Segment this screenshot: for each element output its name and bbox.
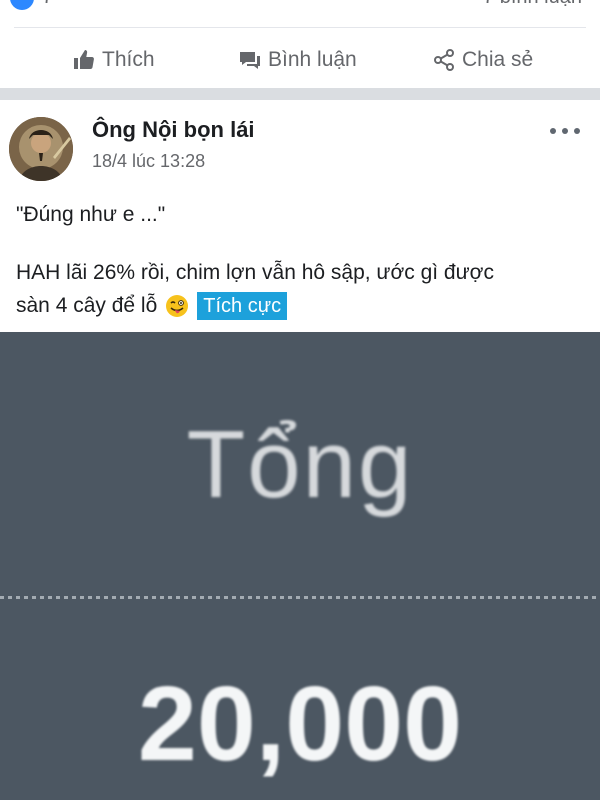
reaction-count[interactable]: 7 bbox=[42, 0, 53, 9]
post-text-line-2: sàn 4 cây để lỗ bbox=[16, 294, 158, 317]
image-label-text: Tổng bbox=[186, 411, 414, 518]
image-value-text: 20,000 bbox=[137, 665, 463, 783]
share-label: Chia sẻ bbox=[462, 48, 534, 71]
more-dots-icon bbox=[550, 128, 556, 134]
previous-post-counts: 7 7 bình luận bbox=[0, 0, 600, 12]
avatar-image bbox=[9, 117, 73, 181]
share-button[interactable]: Chia sẻ bbox=[432, 38, 533, 82]
winking-tongue-emoji-icon bbox=[165, 294, 189, 318]
image-dotted-divider bbox=[0, 596, 600, 599]
post-quote: "Đúng như e ..." bbox=[16, 203, 166, 226]
avatar[interactable] bbox=[9, 117, 73, 181]
post-text-line-2-row: sàn 4 cây để lỗ Tích cực bbox=[16, 291, 288, 321]
more-options-button[interactable] bbox=[550, 122, 580, 140]
author-name[interactable]: Ông Nội bọn lái bbox=[92, 117, 255, 143]
comment-label: Bình luận bbox=[268, 48, 357, 71]
sentiment-tag[interactable]: Tích cực bbox=[197, 292, 288, 320]
like-reaction-icon bbox=[10, 0, 34, 10]
comment-button[interactable]: Bình luận bbox=[238, 38, 357, 82]
like-label: Thích bbox=[102, 48, 155, 71]
thumbs-up-icon bbox=[74, 50, 94, 69]
post-separator bbox=[0, 88, 600, 100]
comment-bubble-icon bbox=[240, 52, 260, 69]
feed: 7 7 bình luận Thích Bình luận Chia sẻ bbox=[0, 0, 600, 800]
post-text-line-1: HAH lãi 26% rồi, chim lợn vẫn hô sập, ướ… bbox=[16, 261, 494, 284]
comment-count[interactable]: 7 bình luận bbox=[483, 0, 582, 9]
action-bar: Thích Bình luận Chia sẻ bbox=[0, 38, 600, 82]
post-timestamp[interactable]: 18/4 lúc 13:28 bbox=[92, 151, 205, 172]
action-divider bbox=[14, 27, 586, 28]
like-button[interactable]: Thích bbox=[72, 38, 155, 82]
share-icon bbox=[434, 49, 454, 71]
post-image[interactable]: Tổng 20,000 bbox=[0, 332, 600, 800]
